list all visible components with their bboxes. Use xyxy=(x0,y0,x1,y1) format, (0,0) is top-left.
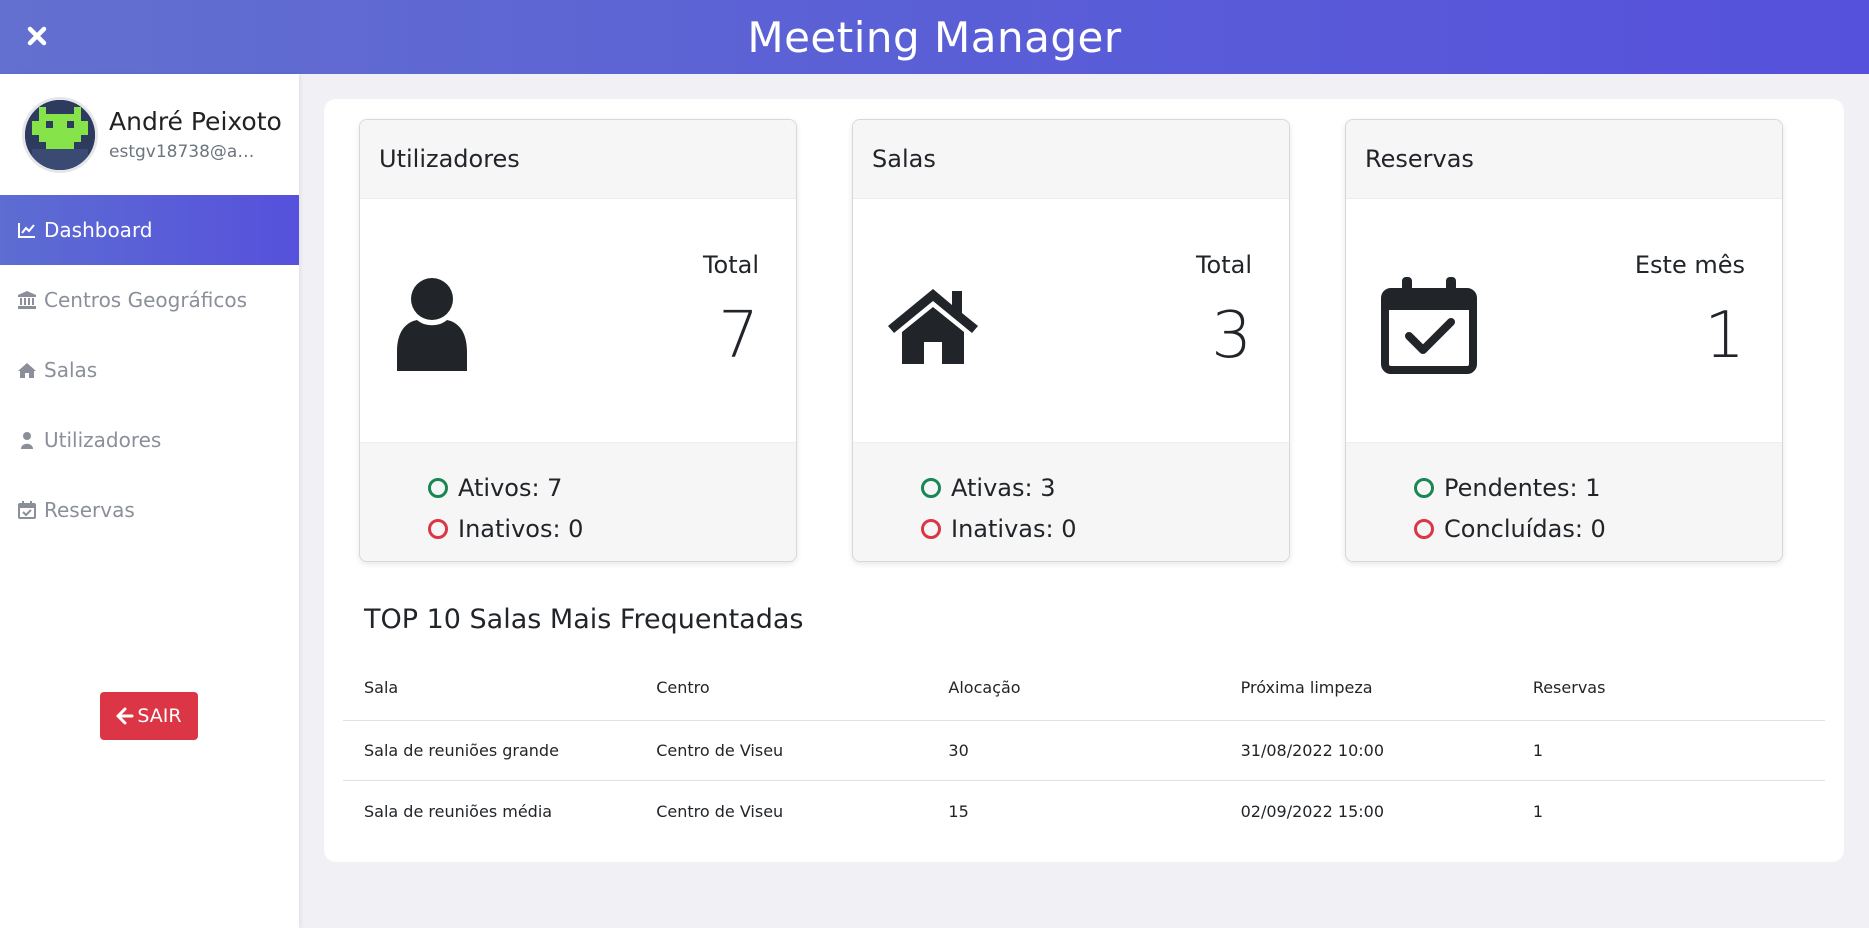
status-active: Ativos: 7 xyxy=(428,467,796,508)
table-cell: 1 xyxy=(1532,741,1543,760)
column-header: Alocação xyxy=(948,677,1021,697)
table-cell: Sala de reuniões média xyxy=(364,801,553,821)
sidebar-item-label: Reservas xyxy=(44,498,135,522)
table-cell: Sala de reuniões grande xyxy=(364,741,559,760)
status-label: Concluídas: 0 xyxy=(1444,514,1606,543)
user-name: André Peixoto xyxy=(109,107,282,136)
arrow-left-icon xyxy=(116,707,134,725)
home-icon xyxy=(17,360,39,380)
circle-icon xyxy=(428,518,448,539)
status-label: Inativos: 0 xyxy=(458,514,584,543)
sidebar-item-reservas[interactable]: Reservas xyxy=(0,475,299,545)
table-cell: Centro de Viseu xyxy=(656,801,784,821)
column-header: Reservas xyxy=(1532,677,1606,697)
stat-value: 1 xyxy=(1704,299,1745,373)
user-email: estgv18738@alunos.estgv.ipv.pt xyxy=(109,142,259,162)
close-sidebar-button[interactable] xyxy=(22,21,52,51)
stat-value: 7 xyxy=(718,299,759,373)
circle-icon xyxy=(1414,477,1434,498)
sidebar-item-salas[interactable]: Salas xyxy=(0,335,299,405)
logout-button[interactable]: SAIR xyxy=(100,692,198,740)
status-label: Ativos: 7 xyxy=(458,473,563,502)
status-label: Inativas: 0 xyxy=(951,514,1077,543)
column-header: Próxima limpeza xyxy=(1240,677,1373,697)
landmark-icon xyxy=(17,290,39,310)
status-pending: Pendentes: 1 xyxy=(1414,467,1782,508)
circle-icon xyxy=(921,518,941,539)
sidebar-item-dashboard[interactable]: Dashboard xyxy=(0,195,299,265)
table-cell: 1 xyxy=(1532,801,1543,821)
table-row: Sala de reuniões grande Centro de Viseu … xyxy=(343,721,1825,781)
user-icon xyxy=(395,274,495,374)
table-cell: 30 xyxy=(948,741,969,760)
calendar-check-icon xyxy=(17,500,39,520)
avatar xyxy=(22,96,98,173)
calendar-check-icon xyxy=(1381,274,1481,374)
status-completed: Concluídas: 0 xyxy=(1414,508,1782,549)
table-cell: Centro de Viseu xyxy=(656,741,784,760)
users-card: Utilizadores Total 7 Ativos: 7 Inativos:… xyxy=(359,119,797,562)
close-icon xyxy=(27,26,47,46)
status-label: Pendentes: 1 xyxy=(1444,473,1601,502)
sidebar-item-label: Utilizadores xyxy=(44,428,162,452)
column-header: Centro xyxy=(656,677,710,697)
top-bar: Meeting Manager xyxy=(0,0,1869,74)
table-cell: 31/08/2022 10:00 xyxy=(1240,741,1385,760)
dashboard-content: Utilizadores Total 7 Ativos: 7 Inativos:… xyxy=(324,99,1844,862)
status-inactive: Inativos: 0 xyxy=(428,508,796,549)
column-header: Sala xyxy=(364,677,399,697)
top-rooms-table: Sala Centro Alocação Próxima limpeza Res… xyxy=(343,654,1825,841)
app-title: Meeting Manager xyxy=(747,12,1122,62)
stat-value: 3 xyxy=(1211,299,1252,373)
card-title: Salas xyxy=(853,120,1289,199)
logout-label: SAIR xyxy=(137,705,182,727)
circle-icon xyxy=(428,477,448,498)
card-title: Utilizadores xyxy=(360,120,796,199)
circle-icon xyxy=(1414,518,1434,539)
stat-label: Total xyxy=(1195,251,1252,279)
stat-label: Este mês xyxy=(1634,251,1745,279)
sidebar-item-label: Centros Geográficos xyxy=(44,288,248,312)
sidebar: André Peixoto estgv18738@alunos.estgv.ip… xyxy=(0,74,299,928)
circle-icon xyxy=(921,477,941,498)
section-title: TOP 10 Salas Mais Frequentadas xyxy=(364,604,804,635)
sidebar-nav: Dashboard Centros Geográficos Salas Util… xyxy=(0,195,299,545)
sidebar-item-label: Salas xyxy=(44,358,98,382)
user-icon xyxy=(17,430,39,450)
stat-label: Total xyxy=(702,251,759,279)
table-row: Sala de reuniões média Centro de Viseu 1… xyxy=(343,781,1825,841)
sidebar-item-label: Dashboard xyxy=(44,218,153,242)
table-cell: 02/09/2022 15:00 xyxy=(1240,801,1385,821)
card-title: Reservas xyxy=(1346,120,1782,199)
rooms-card: Salas Total 3 Ativas: 3 Inativas: 0 xyxy=(852,119,1290,562)
table-cell: 15 xyxy=(948,801,969,821)
user-profile: André Peixoto estgv18738@alunos.estgv.ip… xyxy=(0,74,299,195)
status-inactive: Inativas: 0 xyxy=(921,508,1289,549)
chart-line-icon xyxy=(17,220,39,240)
status-label: Ativas: 3 xyxy=(951,473,1056,502)
sidebar-item-utilizadores[interactable]: Utilizadores xyxy=(0,405,299,475)
home-icon xyxy=(888,274,988,374)
table-header-row: Sala Centro Alocação Próxima limpeza Res… xyxy=(343,654,1825,721)
status-active: Ativas: 3 xyxy=(921,467,1289,508)
sidebar-item-centros-geograficos[interactable]: Centros Geográficos xyxy=(0,265,299,335)
reservations-card: Reservas Este mês 1 Pendentes: 1 Concluí… xyxy=(1345,119,1783,562)
